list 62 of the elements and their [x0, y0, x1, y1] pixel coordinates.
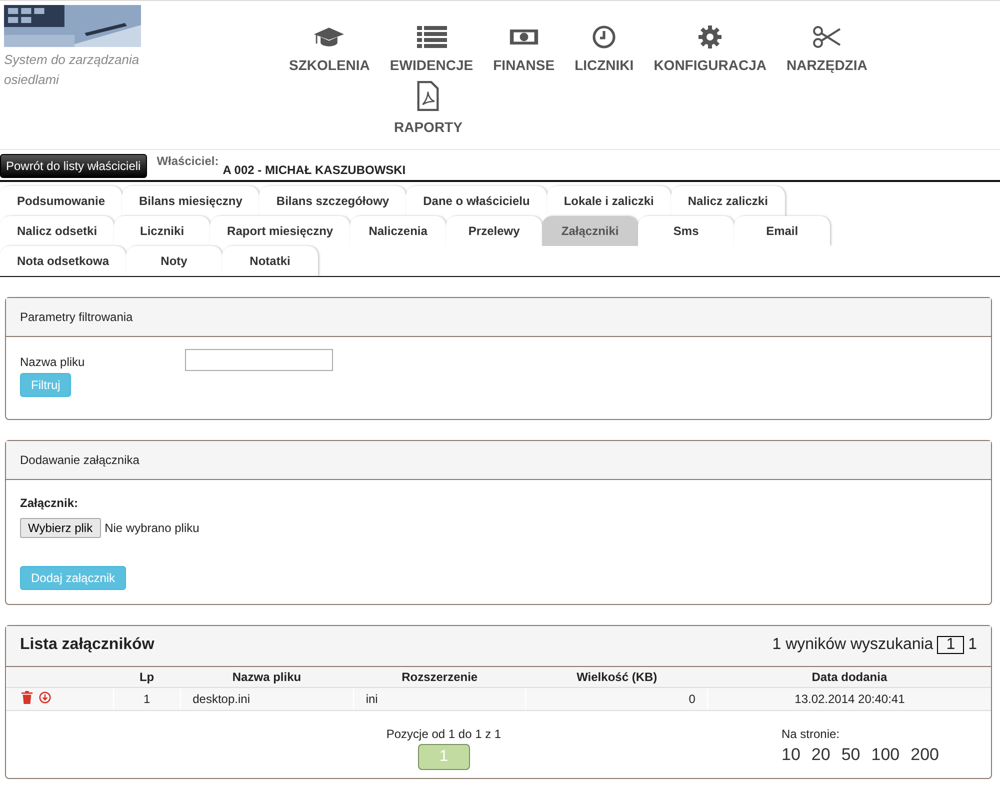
per-page-option[interactable]: 10: [781, 745, 800, 765]
per-page-option[interactable]: 50: [841, 745, 860, 765]
graduation-cap-icon: [314, 25, 344, 49]
tab[interactable]: Nota odsetkowa: [0, 246, 126, 276]
table-cell: 1: [114, 688, 180, 710]
column-header: Wielkość (KB): [526, 667, 708, 688]
tab[interactable]: Podsumowanie: [0, 186, 122, 216]
nav-link[interactable]: NARZĘDZIA: [776, 25, 878, 73]
per-page-option[interactable]: 100: [871, 745, 900, 765]
column-header: Data dodania: [708, 667, 991, 688]
owner-label: Właściciel:: [156, 154, 219, 168]
tab[interactable]: Naliczenia: [350, 216, 446, 246]
field-label: Nazwa pliku: [20, 355, 86, 369]
tab[interactable]: Załączniki: [542, 216, 638, 246]
trash-icon[interactable]: [21, 691, 33, 704]
pdf-file-icon: [415, 81, 442, 111]
table-cell: ini: [353, 688, 526, 710]
tab[interactable]: Email: [734, 216, 830, 246]
tab[interactable]: Lokale i zaliczki: [546, 186, 671, 216]
results-count: 1 wyników wyszukania: [772, 636, 934, 654]
page-number-field[interactable]: 1: [937, 636, 964, 654]
tab[interactable]: Bilans szczegółowy: [259, 186, 406, 216]
nav-link[interactable]: LICZNIKI: [564, 25, 644, 73]
per-page-option[interactable]: 20: [811, 745, 830, 765]
nav-link[interactable]: FINANSE: [483, 25, 565, 73]
column-header: Rozszerzenie: [353, 667, 526, 688]
tab[interactable]: Notatki: [222, 246, 318, 276]
panel-title: Dodawanie załącznika: [20, 453, 140, 467]
file-name-field[interactable]: [185, 349, 333, 371]
column-header: Nazwa pliku: [180, 667, 354, 688]
nav-link[interactable]: SZKOLENIA: [279, 25, 380, 73]
scissors-icon: [812, 25, 842, 49]
choose-file-button[interactable]: Wybierz plik: [20, 518, 101, 538]
owner-name: A 002 - MICHAŁ KASZUBOWSKI: [222, 163, 406, 177]
nav-link[interactable]: RAPORTY: [384, 81, 472, 135]
per-page-label: Na stronie:: [781, 727, 841, 741]
list-icon: [416, 25, 446, 49]
tab[interactable]: Noty: [126, 246, 222, 276]
app-tagline: System do zarządzania osiedlami: [4, 51, 140, 89]
back-button[interactable]: Powrót do listy właścicieli: [0, 154, 147, 178]
field-label: Załącznik:: [20, 496, 78, 510]
nav-link[interactable]: KONFIGURACJA: [644, 25, 776, 73]
download-icon[interactable]: [39, 691, 51, 704]
tab[interactable]: Nalicz odsetki: [0, 216, 114, 246]
tab[interactable]: Przelewy: [446, 216, 542, 246]
nav-link[interactable]: EWIDENCJE: [380, 25, 484, 73]
panel-title: Parametry filtrowania: [20, 310, 133, 324]
per-page-option[interactable]: 200: [910, 745, 939, 765]
tab[interactable]: Liczniki: [114, 216, 210, 246]
tab[interactable]: Nalicz zaliczki: [670, 186, 785, 216]
table-cell: desktop.ini: [180, 688, 354, 710]
panel-title: Lista załączników: [20, 636, 154, 654]
file-status: Nie wybrano pliku: [104, 521, 200, 535]
tab[interactable]: Raport miesięczny: [210, 216, 350, 246]
column-header: Lp: [114, 667, 180, 688]
page-count: 1: [968, 636, 977, 654]
tab[interactable]: Sms: [638, 216, 734, 246]
tab[interactable]: Bilans miesięczny: [122, 186, 260, 216]
positions-text: Pozycje od 1 do 1 z 1: [386, 727, 502, 741]
tab[interactable]: Dane o właścicielu: [406, 186, 547, 216]
table-cell: 0: [526, 688, 708, 710]
table-cell: 13.02.2014 20:40:41: [708, 688, 991, 710]
